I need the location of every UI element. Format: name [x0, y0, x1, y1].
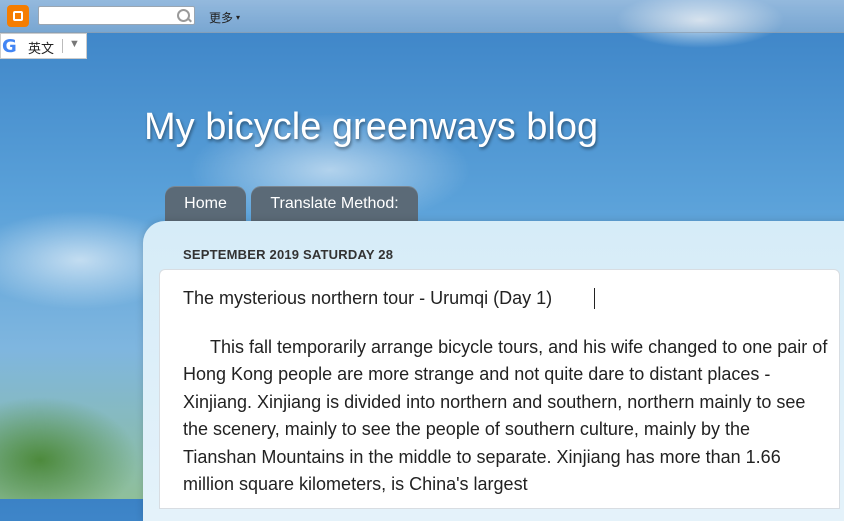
more-label: 更多 [209, 11, 234, 25]
language-select-label[interactable]: 英文 [28, 38, 54, 57]
tab-home[interactable]: Home [165, 186, 246, 221]
post-date-header: SEPTEMBER 2019 SATURDAY 28 [183, 247, 394, 262]
post-title[interactable]: The mysterious northern tour - Urumqi (D… [183, 288, 552, 309]
dropdown-arrow-icon[interactable]: ▼ [69, 38, 80, 50]
blog-title[interactable]: My bicycle greenways blog [144, 106, 598, 149]
google-g-icon: G [2, 36, 17, 57]
blogger-navbar: 更多 ▾ [0, 0, 844, 33]
divider [62, 39, 63, 53]
translate-widget[interactable]: G 英文 ▼ [0, 33, 87, 59]
text-caret [594, 288, 595, 309]
search-icon[interactable] [177, 9, 190, 22]
more-menu-button[interactable]: 更多 ▾ [209, 9, 240, 26]
search-input[interactable] [38, 6, 195, 25]
chevron-down-icon: ▾ [236, 13, 241, 22]
blogger-logo-icon[interactable] [7, 5, 29, 27]
tab-translate-method[interactable]: Translate Method: [251, 186, 418, 221]
post-body: This fall temporarily arrange bicycle to… [183, 337, 828, 495]
